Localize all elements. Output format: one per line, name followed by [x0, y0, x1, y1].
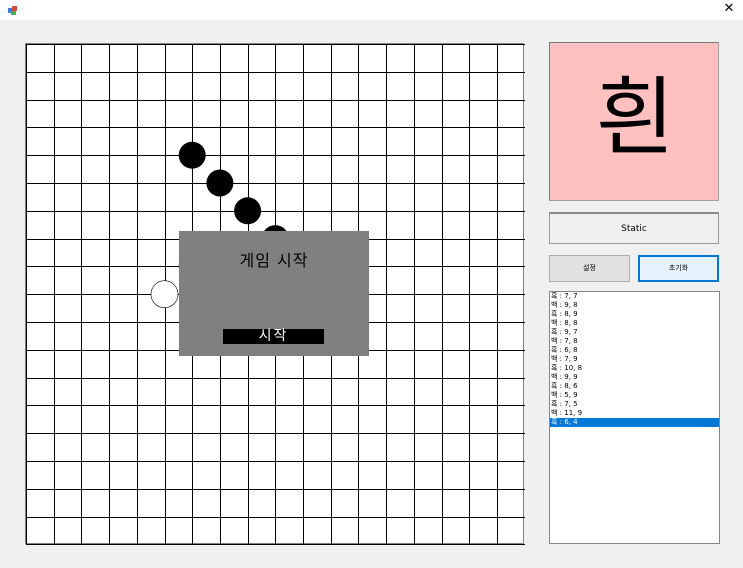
list-item[interactable]: 백 : 11, 9 — [550, 409, 719, 418]
list-item[interactable]: 흑 : 8, 6 — [550, 382, 719, 391]
list-item[interactable]: 흑 : 6, 8 — [550, 346, 719, 355]
white-stone — [150, 280, 179, 308]
turn-label: 흰 — [595, 68, 675, 168]
black-stone — [234, 197, 262, 225]
black-stone — [178, 141, 206, 169]
game-start-dialog: 게임 시작 시작 — [179, 231, 369, 356]
black-stone — [206, 169, 234, 197]
list-item[interactable]: 흑 : 8, 9 — [550, 310, 719, 319]
close-button[interactable]: ✕ — [715, 0, 743, 20]
list-item[interactable]: 흑 : 10, 8 — [550, 364, 719, 373]
app-icon — [8, 6, 17, 15]
start-button[interactable]: 시작 — [223, 329, 324, 344]
turn-indicator: 흰 — [549, 42, 719, 201]
list-item[interactable]: 백 : 7, 8 — [550, 337, 719, 346]
reset-button[interactable]: 초기화 — [638, 255, 719, 282]
list-item[interactable]: 백 : 8, 8 — [550, 319, 719, 328]
close-icon: ✕ — [723, 1, 735, 16]
list-item[interactable]: 흑 : 6, 4 — [550, 418, 719, 427]
settings-button[interactable]: 설정 — [549, 255, 630, 282]
list-item[interactable]: 흑 : 7, 7 — [550, 292, 719, 301]
list-item[interactable]: 백 : 5, 9 — [550, 391, 719, 400]
list-item[interactable]: 백 : 7, 9 — [550, 355, 719, 364]
dialog-title: 게임 시작 — [239, 251, 309, 270]
list-item[interactable]: 흑 : 9, 7 — [550, 328, 719, 337]
list-item[interactable]: 흑 : 7, 5 — [550, 400, 719, 409]
title-bar: ✕ — [0, 0, 743, 20]
status-box: Static — [549, 212, 719, 244]
move-history-list[interactable]: 흑 : 7, 7백 : 9, 8흑 : 8, 9백 : 8, 8흑 : 9, 7… — [549, 291, 720, 544]
status-text: Static — [621, 224, 647, 234]
list-item[interactable]: 백 : 9, 9 — [550, 373, 719, 382]
list-item[interactable]: 백 : 9, 8 — [550, 301, 719, 310]
